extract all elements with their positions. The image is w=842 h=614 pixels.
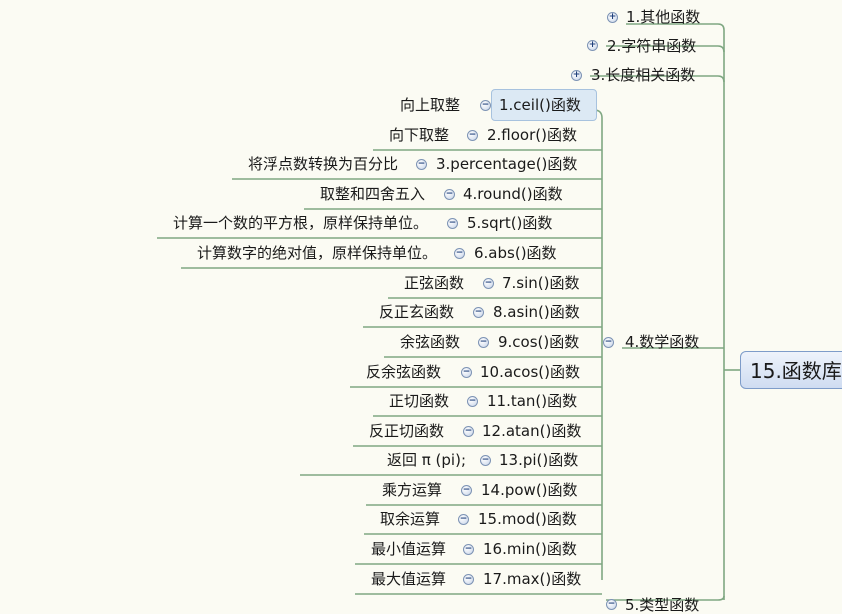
collapse-icon[interactable]: − <box>480 100 491 111</box>
node-math-functions[interactable]: 4.数学函数 <box>625 333 699 351</box>
collapse-icon[interactable]: − <box>603 337 614 348</box>
collapse-icon[interactable]: − <box>461 485 472 496</box>
function-node[interactable]: 5.sqrt()函数 <box>467 214 552 232</box>
function-description[interactable]: 向上取整 <box>400 96 460 114</box>
function-node[interactable]: 3.percentage()函数 <box>436 155 577 173</box>
function-node[interactable]: 8.asin()函数 <box>493 303 580 321</box>
expand-icon[interactable]: + <box>587 40 598 51</box>
function-description[interactable]: 余弦函数 <box>400 333 460 351</box>
function-description[interactable]: 取整和四舍五入 <box>320 185 425 203</box>
function-description[interactable]: 反正玄函数 <box>379 303 454 321</box>
function-description[interactable]: 将浮点数转换为百分比 <box>248 155 398 173</box>
function-description[interactable]: 乘方运算 <box>382 481 442 499</box>
node-string-functions[interactable]: 2.字符串函数 <box>607 37 696 55</box>
function-node[interactable]: 6.abs()函数 <box>474 244 557 262</box>
expand-icon[interactable]: + <box>607 12 618 23</box>
function-node[interactable]: 15.mod()函数 <box>478 510 577 528</box>
collapse-icon[interactable]: − <box>478 337 489 348</box>
function-description[interactable]: 正切函数 <box>389 392 449 410</box>
function-description[interactable]: 正弦函数 <box>404 274 464 292</box>
function-node[interactable]: 11.tan()函数 <box>487 392 577 410</box>
function-description[interactable]: 最大值运算 <box>371 570 446 588</box>
root-label: 15.函数库 <box>750 359 842 383</box>
collapse-icon[interactable]: − <box>447 218 458 229</box>
collapse-icon[interactable]: − <box>463 544 474 555</box>
collapse-icon[interactable]: − <box>454 248 465 259</box>
node-length-functions[interactable]: 3.长度相关函数 <box>591 66 695 84</box>
function-description[interactable]: 反正切函数 <box>369 422 444 440</box>
function-node[interactable]: 4.round()函数 <box>463 185 563 203</box>
function-description[interactable]: 反余弦函数 <box>366 363 441 381</box>
collapse-icon[interactable]: − <box>467 396 478 407</box>
collapse-icon[interactable]: − <box>461 367 472 378</box>
function-node[interactable]: 10.acos()函数 <box>480 363 580 381</box>
expand-icon[interactable]: + <box>571 70 582 81</box>
collapse-icon[interactable]: − <box>463 426 474 437</box>
function-node[interactable]: 17.max()函数 <box>483 570 581 588</box>
collapse-icon[interactable]: − <box>444 189 455 200</box>
function-node[interactable]: 9.cos()函数 <box>498 333 579 351</box>
function-node[interactable]: 2.floor()函数 <box>487 126 577 144</box>
function-node[interactable]: 1.ceil()函数 <box>499 96 581 114</box>
function-node[interactable]: 12.atan()函数 <box>482 422 581 440</box>
function-description[interactable]: 取余运算 <box>380 510 440 528</box>
function-description[interactable]: 计算数字的绝对值，原样保持单位。 <box>197 244 437 262</box>
collapse-icon[interactable]: − <box>467 130 478 141</box>
collapse-icon[interactable]: − <box>480 455 491 466</box>
collapse-icon[interactable]: − <box>473 307 484 318</box>
root-node[interactable]: 15.函数库 <box>740 351 842 389</box>
function-node[interactable]: 13.pi()函数 <box>499 451 578 469</box>
collapse-icon[interactable]: − <box>483 278 494 289</box>
function-node[interactable]: 7.sin()函数 <box>502 274 580 292</box>
collapse-icon[interactable]: − <box>416 159 427 170</box>
function-node[interactable]: 16.min()函数 <box>483 540 577 558</box>
collapse-icon[interactable]: − <box>458 514 469 525</box>
function-description[interactable]: 最小值运算 <box>371 540 446 558</box>
function-description[interactable]: 向下取整 <box>389 126 449 144</box>
collapse-icon[interactable]: − <box>463 574 474 585</box>
node-other-functions[interactable]: 1.其他函数 <box>626 8 700 26</box>
node-type-functions[interactable]: 5.类型函数 <box>625 596 699 614</box>
function-description[interactable]: 返回 π (pi); <box>387 451 466 469</box>
function-description[interactable]: 计算一个数的平方根，原样保持单位。 <box>173 214 428 232</box>
function-node[interactable]: 14.pow()函数 <box>481 481 578 499</box>
